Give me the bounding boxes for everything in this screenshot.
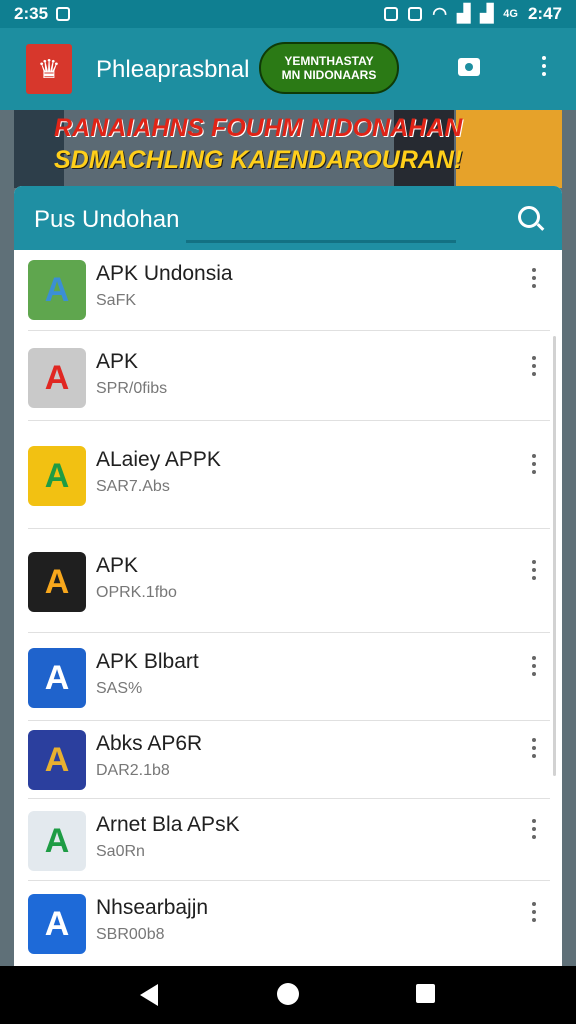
item-more-icon[interactable] [532,268,536,292]
app-subtitle: OPRK.1fbo [96,584,177,601]
app-subtitle: SAR7.Abs [96,478,170,495]
search-icon[interactable] [518,206,540,228]
status-bar: 2:35 ◠ ▟ ▟ 4G 2:47 [0,0,576,28]
header-underline [186,240,456,243]
blue-a-icon: A [28,648,86,708]
list-title: Pus Undohan [34,206,180,233]
banner-headline-1: RANAIAHNS FOUHM NIDONAHAN [54,114,463,142]
pill-line-1: YEMNTHASTAY [284,54,374,68]
app-subtitle: SBR00b8 [96,926,165,943]
row-divider [28,632,550,633]
row-divider [28,420,550,421]
item-more-icon[interactable] [532,819,536,843]
app-notification-icon [384,7,399,21]
list-item[interactable]: A ALaiey APPK SAR7.Abs [14,424,562,528]
app-subtitle: SAS% [96,680,143,697]
more-options-icon[interactable] [542,56,546,80]
compass-icon: A [28,730,86,790]
promo-banner[interactable]: RANAIAHNS FOUHM NIDONAHAN SDMACHLING KAI… [14,110,562,188]
app-name: Nhsearbajjn [96,896,209,919]
row-divider [28,330,550,331]
app-name: APK [96,554,139,577]
download-list-card: Pus Undohan A APK Undonsia SaFK A APK SPR/0fi… [14,186,562,966]
banner-headline-2: SDMACHLING KAIENDAROURAN! [54,146,463,174]
app-name: APK Blbart [96,650,199,673]
red-a-icon: A [28,348,86,408]
app-name: Abks AP6R [96,732,203,755]
triangle-icon: A [28,446,86,506]
camera-icon[interactable] [458,58,480,76]
list-item[interactable]: A APK Blbart SAS% [14,636,562,720]
wifi-icon: ◠ [432,4,448,23]
status-right: ◠ ▟ ▟ 4G 2:47 [384,4,562,24]
list-item[interactable]: A APK OPRK.1fbo [14,532,562,632]
notification-icon [56,7,71,21]
list-item[interactable]: A APK SPR/0fibs [14,336,562,420]
network-type: 4G [503,8,518,20]
item-more-icon[interactable] [532,738,536,762]
list-item[interactable]: A Nhsearbajjn SBR00b8 [14,884,562,964]
g-letter-icon: A [28,552,86,612]
app-subtitle: SPR/0fibs [96,380,168,397]
lock-notification-icon [408,7,423,21]
signal-icon: ▟ [457,4,471,23]
item-more-icon[interactable] [532,560,536,584]
item-more-icon[interactable] [532,902,536,926]
crown-logo-icon[interactable]: ♛ [26,44,72,94]
list-header: Pus Undohan [14,186,562,250]
item-more-icon[interactable] [532,454,536,478]
app-name: APK [96,350,139,373]
row-divider [28,528,550,529]
navigation-bar [0,966,576,1024]
status-left: 2:35 [14,4,71,24]
back-icon[interactable] [140,984,158,1006]
promo-pill-button[interactable]: YEMNTHASTAY MN NIDONAARS [259,42,399,94]
app-bar: ♛ Phleaprasbnal YEMNTHASTAY MN NIDONAARS [0,28,576,110]
list-item[interactable]: A Abks AP6R DAR2.1b8 [14,722,562,798]
green-a-icon: A [28,811,86,871]
banner-poster-image [456,110,562,188]
row-divider [28,720,550,721]
pill-line-2: MN NIDONAARS [281,68,377,82]
status-time-right: 2:47 [527,4,562,23]
row-divider [28,798,550,799]
app-subtitle: Sa0Rn [96,843,145,860]
status-time-left: 2:35 [14,4,49,23]
landscape-icon: A [28,260,86,320]
recent-apps-icon[interactable] [416,984,435,1003]
home-icon[interactable] [277,983,299,1005]
item-more-icon[interactable] [532,356,536,380]
row-divider [28,880,550,881]
signal-icon-2: ▟ [480,4,494,23]
app-title: Phleaprasbnal [96,56,250,83]
app-subtitle: DAR2.1b8 [96,762,170,779]
list-item[interactable]: A APK Undonsia SaFK [14,250,562,330]
app-name: Arnet Bla APsK [96,813,240,836]
item-more-icon[interactable] [532,656,536,680]
shield-a-icon: A [28,894,86,954]
list-item[interactable]: A Arnet Bla APsK Sa0Rn [14,802,562,880]
app-name: ALaiey APPK [96,448,221,471]
app-subtitle: SaFK [96,292,137,309]
app-name: APK Undonsia [96,262,233,285]
